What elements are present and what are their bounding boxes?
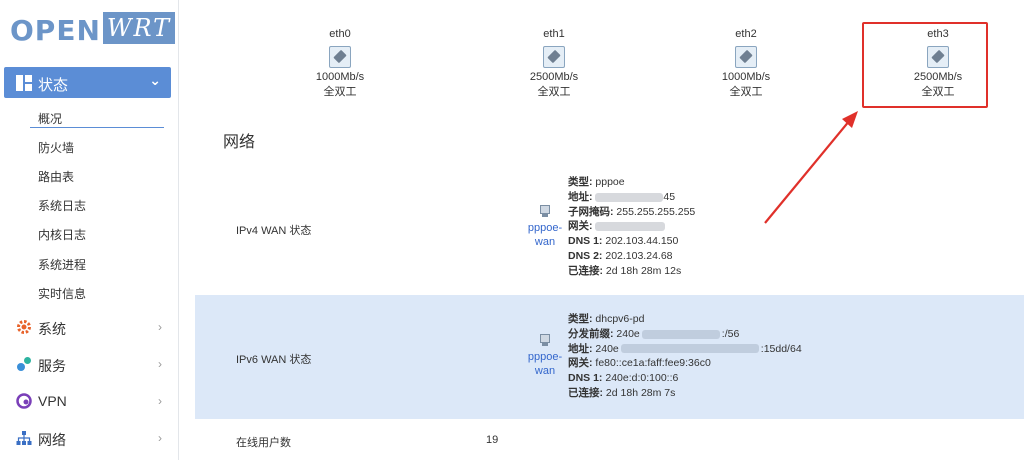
ipv6-wan-label: IPv6 WAN 状态: [236, 354, 312, 366]
detail-row: 分发前缀: 240e :/56: [568, 327, 802, 342]
detail-key: 地址:: [568, 190, 593, 203]
detail-value: pppoe: [592, 176, 625, 188]
detail-row: DNS 2: 202.103.24.68: [568, 249, 695, 264]
detail-row: DNS 1: 240e:d:0:100::6: [568, 371, 802, 386]
detail-row: 已连接: 2d 18h 28m 7s: [568, 386, 802, 401]
online-users-label: 在线用户数: [236, 437, 291, 449]
detail-key: 子网掩码:: [568, 205, 614, 218]
redacted-value: [595, 192, 664, 202]
network-section-title: 网络: [223, 134, 256, 151]
detail-value: 240e: [613, 327, 640, 340]
interface-name-line1: pppoe-: [527, 351, 563, 363]
interface-name-line2: wan: [534, 365, 556, 377]
detail-key: 网关:: [568, 357, 593, 370]
detail-value: 240e: [592, 342, 619, 355]
detail-row: 类型: dhcpv6-pd: [568, 312, 802, 327]
detail-key: 类型:: [568, 176, 593, 188]
ipv4-wan-label: IPv4 WAN 状态: [236, 225, 312, 237]
detail-row: 已连接: 2d 18h 28m 12s: [568, 264, 695, 279]
interface-icon: [538, 333, 552, 347]
detail-key: 已连接:: [568, 264, 603, 277]
detail-row: 地址: 240e :15dd/64: [568, 342, 802, 357]
interface-name-line2: wan: [534, 236, 556, 248]
detail-key: 网关:: [568, 220, 593, 233]
online-users-value: 19: [486, 434, 499, 446]
detail-value-tail: :/56: [721, 327, 740, 340]
detail-value-tail: 45: [663, 190, 676, 203]
detail-value: 2d 18h 28m 7s: [603, 386, 676, 399]
detail-value: dhcpv6-pd: [592, 313, 645, 325]
redacted-value: [620, 344, 759, 354]
ipv4-wan-interface[interactable]: pppoe- wan: [525, 204, 565, 249]
detail-row: 地址: 45: [568, 190, 695, 205]
detail-row: 网关: fe80::ce1a:faff:fee9:36c0: [568, 356, 802, 371]
interface-name-line1: pppoe-: [527, 222, 563, 234]
detail-value-tail: :15dd/64: [760, 342, 802, 355]
detail-row: DNS 1: 202.103.44.150: [568, 234, 695, 249]
detail-key: 已连接:: [568, 386, 603, 399]
detail-value: 240e:d:0:100::6: [602, 372, 679, 385]
detail-key: DNS 1:: [568, 235, 603, 248]
detail-row: 类型: pppoe: [568, 175, 695, 190]
ipv6-wan-interface[interactable]: pppoe- wan: [525, 333, 565, 378]
detail-value: 2d 18h 28m 12s: [603, 264, 682, 277]
detail-key: DNS 2:: [568, 249, 603, 262]
detail-value: 202.103.44.150: [602, 235, 679, 248]
detail-row: 网关:: [568, 219, 695, 234]
ipv4-wan-details: 类型: pppoe 地址: 45 子网掩码: 255.255.255.255 网…: [568, 175, 695, 279]
detail-value: 202.103.24.68: [602, 249, 673, 262]
redacted-value: [641, 329, 720, 339]
detail-row: 子网掩码: 255.255.255.255: [568, 205, 695, 220]
detail-value: fe80::ce1a:faff:fee9:36c0: [592, 357, 711, 370]
detail-key: 地址:: [568, 342, 593, 355]
detail-key: DNS 1:: [568, 372, 603, 385]
interface-icon: [538, 204, 552, 218]
detail-value: 255.255.255.255: [613, 205, 696, 218]
redacted-value: [595, 222, 666, 232]
ipv6-wan-details: 类型: dhcpv6-pd 分发前缀: 240e :/56 地址: 240e :15…: [568, 312, 802, 401]
detail-key: 类型:: [568, 313, 593, 325]
detail-key: 分发前缀:: [568, 327, 614, 340]
